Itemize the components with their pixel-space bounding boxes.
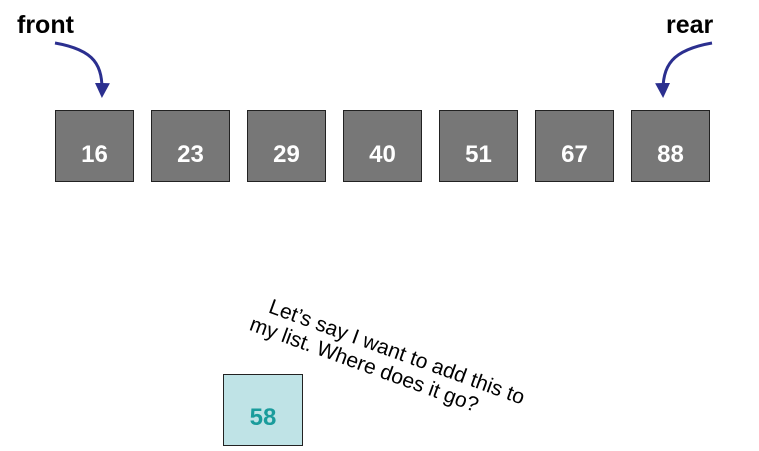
- queue-cell: 29: [247, 110, 326, 182]
- queue-cell: 16: [55, 110, 134, 182]
- new-item-box: 58: [223, 374, 303, 446]
- rear-arrow: [655, 41, 713, 98]
- queue-cell: 40: [343, 110, 422, 182]
- queue-cell: 23: [151, 110, 230, 182]
- queue-cell: 51: [439, 110, 518, 182]
- queue-cell: 88: [631, 110, 710, 182]
- front-arrow: [54, 41, 110, 98]
- queue-cell: 67: [535, 110, 614, 182]
